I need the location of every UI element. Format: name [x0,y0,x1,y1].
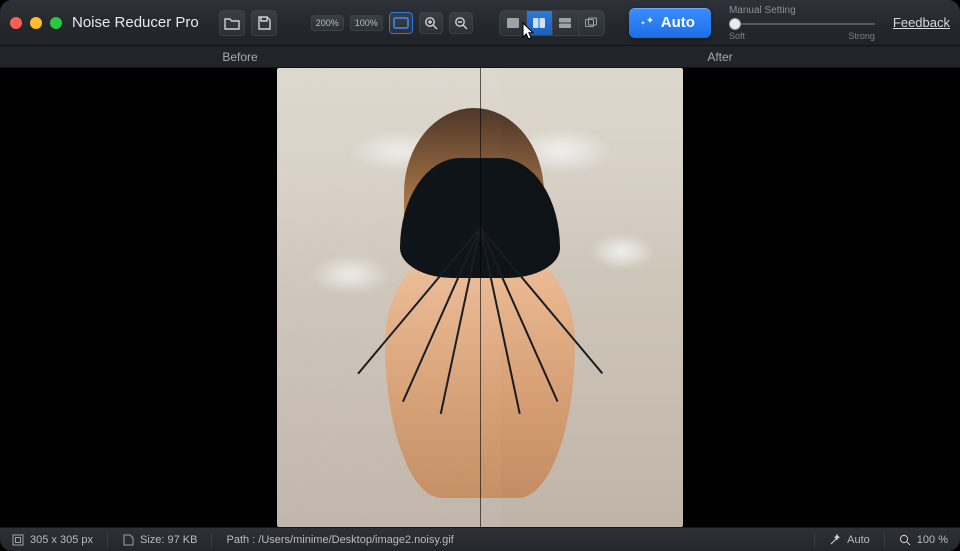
zoom-out-button[interactable] [449,12,473,34]
zoom-window-button[interactable] [50,17,62,29]
dimensions-icon [12,534,24,546]
close-window-button[interactable] [10,17,22,29]
status-path: Path : /Users/minime/Desktop/image2.nois… [226,534,800,546]
status-bar: 305 x 305 px Size: 97 KB Path : /Users/m… [0,527,960,551]
zoom-in-button[interactable] [419,12,443,34]
auto-button[interactable]: Auto [629,8,711,38]
wand-icon [829,534,841,546]
wand-icon [641,16,655,30]
status-filesize: Size: 97 KB [122,534,197,546]
compare-split-handle[interactable] [480,68,481,527]
disk-icon [122,534,134,546]
window-controls [10,17,62,29]
view-mode-switcher [499,10,605,36]
slider-low-label: Soft [729,31,745,41]
manual-setting-title: Manual Setting [729,5,875,16]
auto-button-label: Auto [661,14,695,31]
slider-thumb[interactable] [729,18,741,30]
toolbar: Noise Reducer Pro 200% 100% [0,0,960,46]
app-title: Noise Reducer Pro [72,14,199,31]
view-split-horizontal-button[interactable] [552,11,578,35]
before-label: Before [0,46,480,67]
status-auto-button[interactable]: Auto [829,534,870,546]
status-zoom-button[interactable]: 100 % [899,534,948,546]
save-file-button[interactable] [251,10,277,36]
slider-high-label: Strong [848,31,875,41]
fit-screen-button[interactable] [389,12,413,34]
after-label: After [480,46,960,67]
magnifier-icon [899,534,911,546]
manual-setting-slider[interactable] [729,18,875,30]
zoom-200-button[interactable]: 200% [311,15,344,31]
compare-header: Before After [0,46,960,68]
view-dual-button[interactable] [578,11,604,35]
minimize-window-button[interactable] [30,17,42,29]
status-dimensions: 305 x 305 px [12,534,93,546]
zoom-100-button[interactable]: 100% [350,15,383,31]
open-file-button[interactable] [219,10,245,36]
feedback-link[interactable]: Feedback [893,15,950,30]
image-canvas[interactable] [0,68,960,527]
manual-setting-group: Manual Setting Soft Strong [729,5,875,41]
view-split-vertical-button[interactable] [526,11,552,35]
preview-image [277,68,683,527]
view-single-button[interactable] [500,11,526,35]
